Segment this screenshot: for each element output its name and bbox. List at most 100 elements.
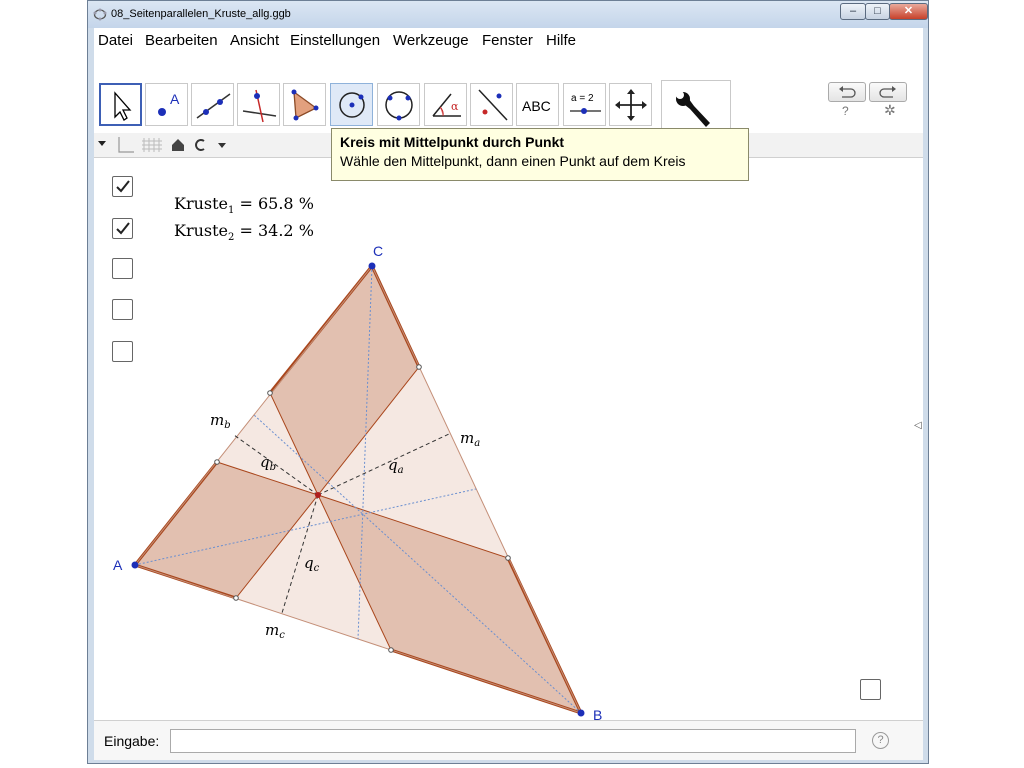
checkbox-extra[interactable] — [860, 679, 881, 700]
style-bar-toggle-icon — [98, 141, 106, 146]
triangle-outline — [134, 265, 582, 714]
checkmark-icon — [116, 222, 130, 235]
tool-circle-center-point[interactable] — [330, 83, 373, 126]
kruste2-name: Kruste — [174, 221, 229, 240]
geogebra-app-icon — [93, 8, 107, 21]
menu-hilfe[interactable]: Hilfe — [546, 32, 576, 49]
tool-point[interactable]: A — [145, 83, 188, 126]
minimize-button[interactable]: – — [840, 3, 866, 20]
tooltip-description: Wähle den Mittelpunkt, dann einen Punkt … — [340, 153, 686, 169]
medians — [134, 265, 582, 714]
kruste2-value: = 34.2 % — [239, 221, 314, 240]
label-a: A — [113, 557, 123, 573]
maximize-button[interactable]: □ — [865, 3, 890, 20]
point-c — [368, 262, 376, 270]
window-title: 08_Seitenparallelen_Kruste_allg.ggb — [111, 8, 291, 20]
dashed-segments — [233, 433, 450, 614]
home-icon — [172, 139, 184, 151]
tool-slider[interactable]: a = 2 — [563, 83, 606, 126]
label-ma: ma — [460, 429, 480, 449]
checkbox-5[interactable] — [112, 341, 133, 362]
label-qa: qa — [388, 456, 404, 476]
menu-einstellungen[interactable]: Einstellungen — [290, 32, 380, 49]
axes-icon — [118, 137, 134, 153]
undo-button[interactable] — [828, 82, 866, 102]
menu-fenster[interactable]: Fenster — [482, 32, 533, 49]
reflect-icon — [478, 89, 508, 121]
circle-three-points-icon — [385, 91, 413, 121]
label-mb: mb — [210, 411, 231, 431]
redo-button[interactable] — [869, 82, 907, 102]
perpendicular-icon — [242, 89, 277, 123]
crust-edges — [133, 265, 583, 715]
point-capture-icon — [195, 139, 205, 151]
center-point — [315, 492, 321, 498]
tool-move-view[interactable] — [609, 83, 652, 126]
move-arrow-icon — [114, 91, 132, 121]
menu-bar: Datei Bearbeiten Ansicht Einstellungen W… — [94, 28, 923, 50]
move-view-icon — [615, 89, 647, 121]
line-icon — [196, 93, 231, 119]
checkbox-2[interactable] — [112, 218, 133, 239]
point-b — [577, 709, 585, 717]
checkmark-icon — [116, 180, 130, 193]
undo-icon — [839, 86, 856, 98]
crust-region-c — [269, 265, 420, 496]
checkbox-3[interactable] — [112, 258, 133, 279]
kruste1-index: 1 — [228, 205, 235, 217]
input-help-icon[interactable]: ? — [872, 732, 889, 749]
tool-reflect[interactable] — [470, 83, 513, 126]
toolbar: A α ABC a = 2 ? ✲ — [94, 50, 923, 150]
text-icon: ABC — [522, 98, 551, 114]
angle-icon-label: α — [451, 100, 459, 113]
input-bar: Eingabe: ? — [94, 720, 923, 760]
crust-region-b — [317, 494, 582, 714]
slider-icon-label: a = 2 — [571, 93, 594, 104]
crust-region-a — [134, 461, 319, 599]
point-icon: A — [158, 91, 180, 116]
input-label: Eingabe: — [104, 733, 160, 749]
tool-polygon[interactable] — [283, 83, 326, 126]
gear-icon[interactable]: ✲ — [884, 102, 896, 119]
kruste2-index: 2 — [228, 232, 235, 244]
redo-icon — [879, 86, 896, 98]
text-icon-label: ABC — [522, 98, 551, 114]
point-icon-label: A — [170, 91, 180, 107]
tool-tooltip: Kreis mit Mittelpunkt durch Punkt Wähle … — [331, 128, 749, 181]
polygon-icon — [291, 89, 319, 121]
title-bar: 08_Seitenparallelen_Kruste_allg.ggb – □ … — [88, 1, 928, 28]
menu-ansicht[interactable]: Ansicht — [230, 32, 279, 49]
menu-werkzeuge[interactable]: Werkzeuge — [393, 32, 469, 49]
checkbox-4[interactable] — [112, 299, 133, 320]
checkbox-1[interactable] — [112, 176, 133, 197]
label-b: B — [593, 707, 602, 720]
application-window: 08_Seitenparallelen_Kruste_allg.ggb – □ … — [87, 0, 929, 764]
side-panel-toggle-icon[interactable]: ◁ — [914, 420, 922, 431]
tool-line[interactable] — [191, 83, 234, 126]
tool-perpendicular[interactable] — [237, 83, 280, 126]
slider-icon: a = 2 — [570, 93, 601, 114]
angle-icon: α — [432, 93, 461, 117]
label-c: C — [373, 243, 383, 259]
client-area: Datei Bearbeiten Ansicht Einstellungen W… — [94, 28, 923, 760]
tool-circle-three-points[interactable] — [377, 83, 420, 126]
menu-bearbeiten[interactable]: Bearbeiten — [145, 32, 218, 49]
menu-datei[interactable]: Datei — [98, 32, 133, 49]
graphics-view[interactable]: Kruste1 = 65.8 % Kruste2 = 34.2 % A C B … — [94, 158, 923, 720]
circle-center-point-icon — [339, 92, 365, 118]
tool-angle[interactable]: α — [424, 83, 467, 126]
triangle-fill — [135, 266, 581, 713]
tool-move[interactable] — [99, 83, 142, 126]
grid-icon — [142, 138, 162, 152]
label-mc: mc — [265, 621, 285, 641]
point-a — [131, 561, 139, 569]
tool-text[interactable]: ABC — [516, 83, 559, 126]
input-field[interactable] — [170, 729, 856, 753]
kruste2-result: Kruste2 = 34.2 % — [174, 221, 314, 243]
help-icon[interactable]: ? — [842, 104, 849, 118]
tooltip-title: Kreis mit Mittelpunkt durch Punkt — [340, 134, 565, 150]
kruste1-value: = 65.8 % — [239, 194, 314, 213]
label-qb: qb — [260, 453, 276, 473]
close-button[interactable]: ✕ — [889, 3, 928, 20]
kruste1-result: Kruste1 = 65.8 % — [174, 194, 314, 216]
